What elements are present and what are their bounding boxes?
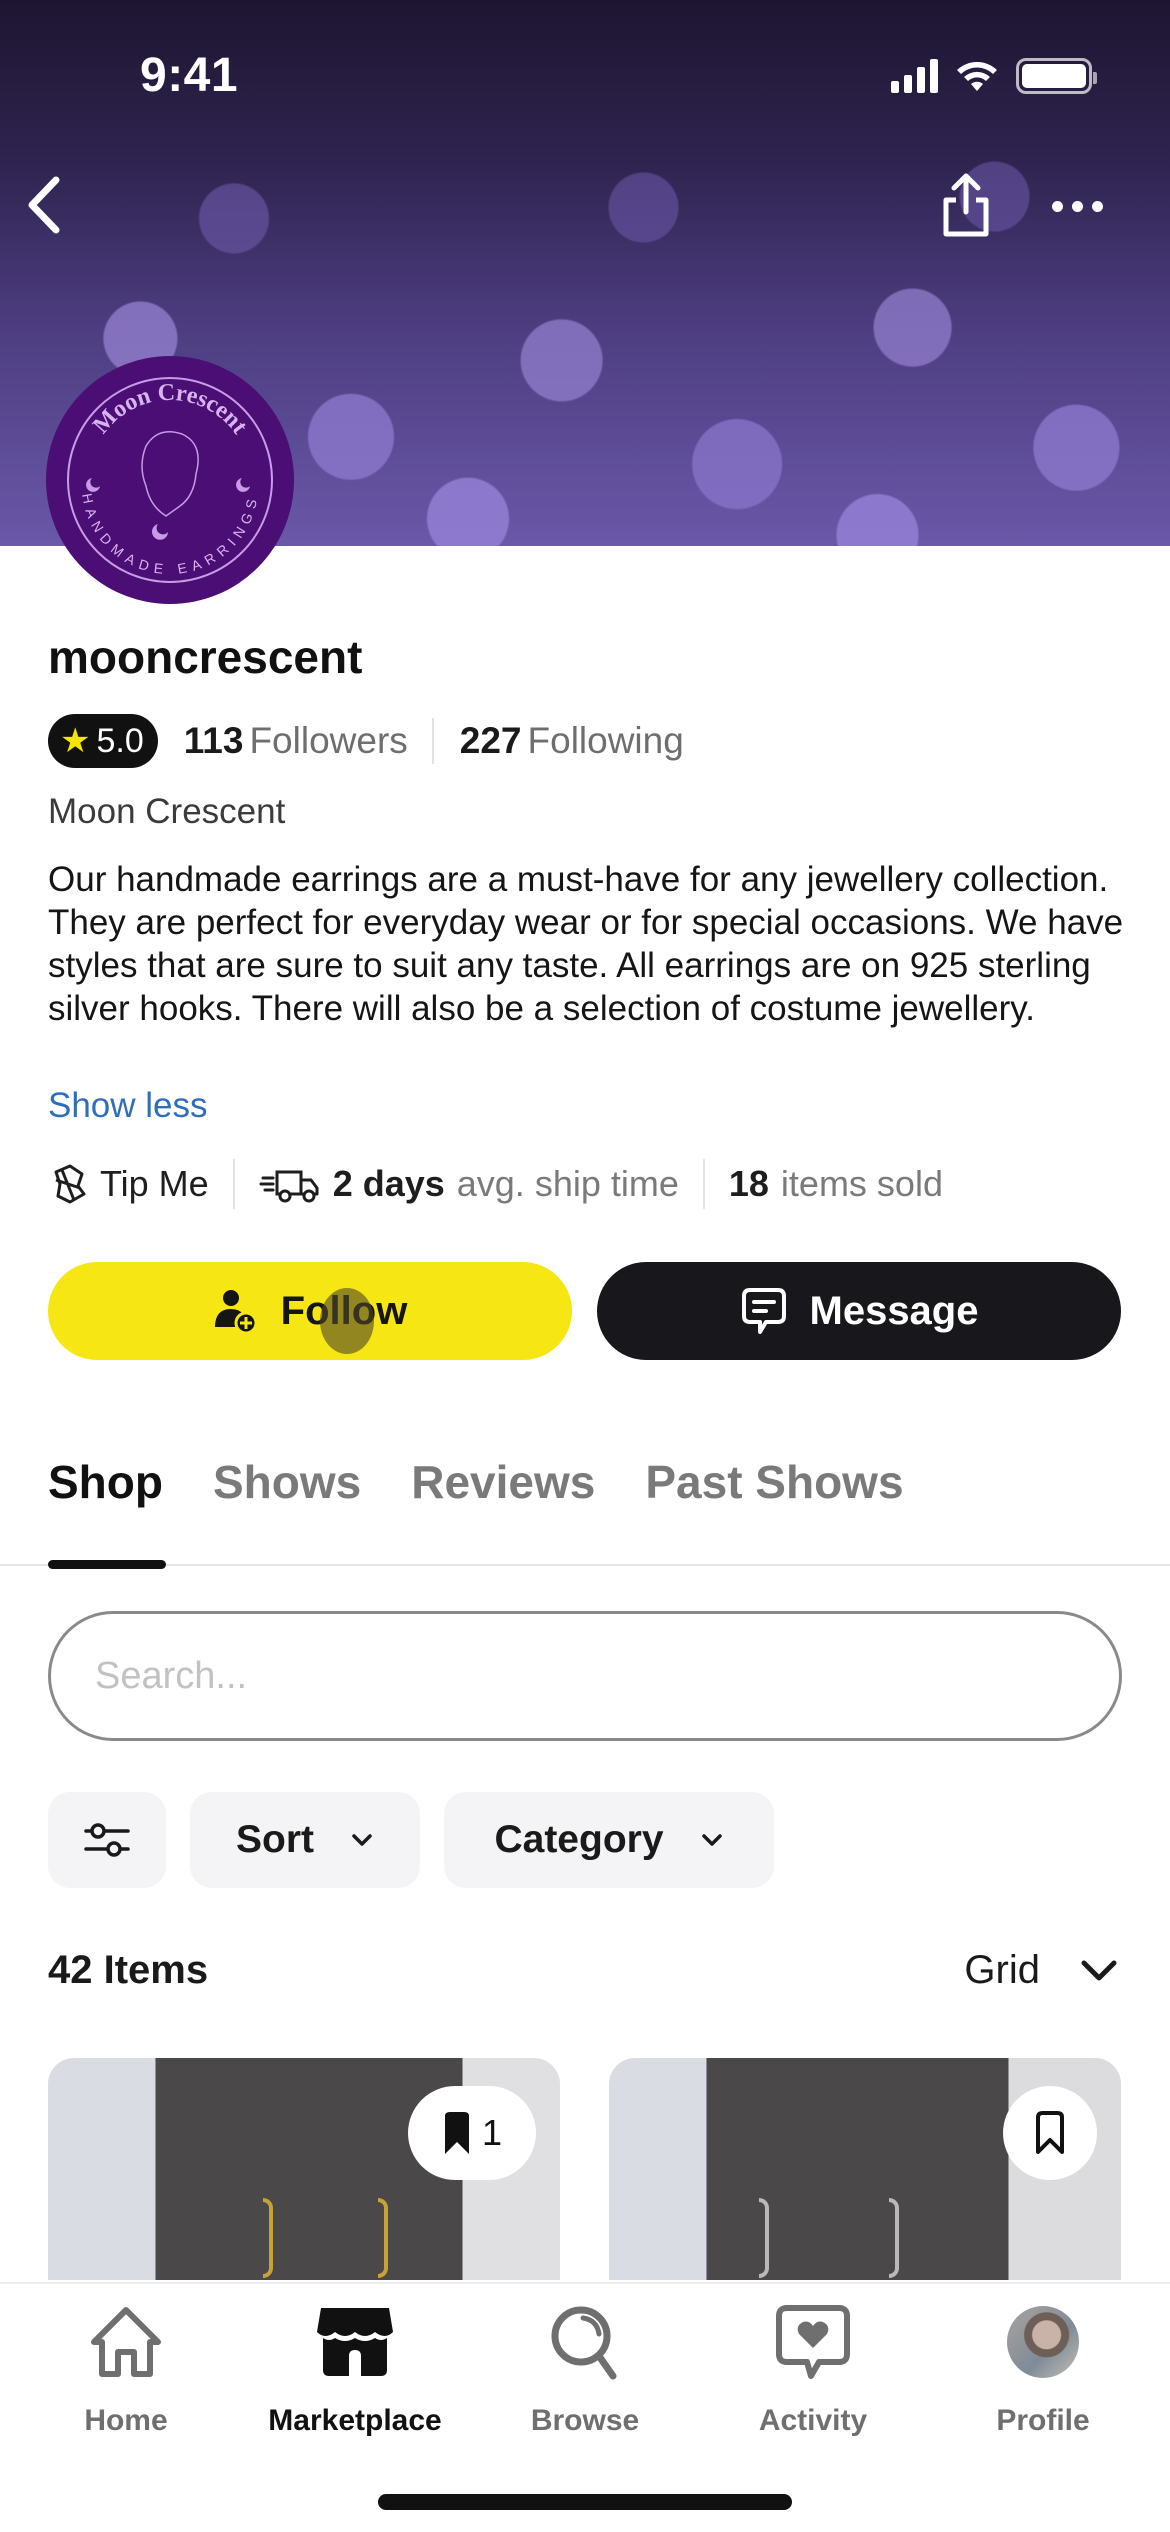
- save-button[interactable]: [1003, 2086, 1097, 2180]
- product-card[interactable]: 1: [48, 2058, 560, 2280]
- add-user-icon: [214, 1290, 258, 1335]
- items-sold-label: items sold: [780, 1163, 943, 1204]
- chevron-down-icon: [1081, 1960, 1117, 1980]
- nav-home-label: Home: [84, 2404, 168, 2437]
- nav-marketplace[interactable]: Marketplace: [255, 2304, 455, 2438]
- chevron-down-icon: [352, 1834, 372, 1846]
- chat-bubble-icon: [741, 1288, 786, 1334]
- svg-text:Moon Crescent: Moon Crescent: [88, 380, 252, 439]
- followers-count: 113: [183, 720, 244, 761]
- category-label: Category: [494, 1818, 664, 1861]
- touch-indicator: [320, 1288, 374, 1354]
- tab-past-shows[interactable]: Past Shows: [645, 1455, 903, 1509]
- status-bar: 9:41: [0, 0, 1170, 150]
- items-sold-count: 18: [728, 1163, 769, 1204]
- show-less-link[interactable]: Show less: [48, 1086, 208, 1126]
- tab-shop[interactable]: Shop: [48, 1455, 163, 1509]
- filter-row: Sort Category: [48, 1792, 774, 1888]
- sort-dropdown[interactable]: Sort: [190, 1792, 420, 1888]
- sort-label: Sort: [236, 1818, 314, 1861]
- delivery-truck-icon: [259, 1170, 319, 1203]
- items-sold-info: 18 items sold: [729, 1163, 943, 1205]
- save-count: 1: [481, 2112, 503, 2153]
- share-button[interactable]: [936, 170, 996, 240]
- following-count: 227: [459, 720, 522, 761]
- ellipsis-icon: [1052, 200, 1063, 212]
- following-label: Following: [527, 720, 684, 761]
- message-label: Message: [809, 1288, 979, 1333]
- shop-display-name: Moon Crescent: [48, 792, 286, 831]
- tab-reviews[interactable]: Reviews: [411, 1455, 595, 1509]
- status-icons: [891, 58, 1097, 94]
- following-stat[interactable]: 227 Following: [460, 720, 684, 762]
- bookmark-outline-icon: [1036, 2111, 1064, 2154]
- product-image-detail: [889, 2198, 899, 2278]
- product-image-detail: [378, 2198, 388, 2278]
- activity-heart-icon: [776, 2305, 850, 2379]
- nav-activity-label: Activity: [758, 2404, 868, 2437]
- back-button[interactable]: [18, 168, 72, 242]
- star-icon: ★: [60, 722, 91, 760]
- message-button[interactable]: Message: [597, 1262, 1121, 1360]
- follow-button[interactable]: Follow: [48, 1262, 572, 1360]
- nav-browse[interactable]: Browse: [485, 2304, 685, 2438]
- ship-time-info: 2 days avg. ship time: [259, 1163, 679, 1205]
- share-icon: [943, 173, 989, 237]
- chevron-left-icon: [28, 176, 60, 234]
- rating-value: 5.0: [96, 721, 144, 760]
- svg-text:HANDMADE EARRINGS: HANDMADE EARRINGS: [79, 492, 261, 577]
- product-image: [759, 2198, 769, 2278]
- home-icon: [91, 2307, 161, 2377]
- followers-label: Followers: [249, 720, 408, 761]
- shop-meta-row: Tip Me 2 days avg. ship time 18 items so…: [48, 1156, 943, 1212]
- nav-browse-label: Browse: [530, 2404, 640, 2437]
- stats-row: ★ 5.0 113 Followers 227 Following: [48, 713, 684, 769]
- chevron-down-icon: [701, 1834, 722, 1846]
- rating-badge[interactable]: ★ 5.0: [48, 714, 158, 768]
- product-image: [263, 2198, 273, 2278]
- tip-me-label: Tip Me: [100, 1163, 209, 1204]
- shop-bio: Our handmade earrings are a must-have fo…: [48, 860, 1124, 1028]
- active-tab-indicator: [48, 1560, 166, 1569]
- ship-time-value: 2 days: [332, 1163, 445, 1204]
- shop-search-input[interactable]: [48, 1611, 1122, 1741]
- profile-avatar: [1007, 2306, 1079, 2378]
- shop-logo-avatar[interactable]: Moon Crescent HANDMADE EARRINGS: [46, 356, 294, 604]
- items-count: 42 Items: [48, 1948, 209, 1992]
- search-icon: [551, 2306, 617, 2380]
- wifi-icon: [957, 62, 997, 91]
- save-button[interactable]: 1: [408, 2086, 536, 2180]
- nav-profile[interactable]: Profile: [943, 2304, 1143, 2438]
- product-card[interactable]: [609, 2058, 1121, 2280]
- divider: [702, 1159, 705, 1209]
- nav-profile-label: Profile: [996, 2404, 1090, 2437]
- storefront-icon: [317, 2308, 393, 2376]
- nav-home[interactable]: Home: [26, 2304, 226, 2438]
- tabs-divider: [0, 1564, 1170, 1566]
- divider: [232, 1159, 235, 1209]
- gift-tip-icon: [54, 1164, 86, 1204]
- status-time: 9:41: [140, 49, 239, 102]
- sliders-icon: [84, 1823, 130, 1857]
- category-dropdown[interactable]: Category: [444, 1792, 774, 1888]
- view-mode-label: Grid: [964, 1948, 1040, 1992]
- tip-me-button[interactable]: Tip Me: [48, 1162, 209, 1206]
- bookmark-filled-icon: [444, 2112, 469, 2154]
- ship-time-label: avg. ship time: [456, 1163, 679, 1204]
- more-options-button[interactable]: [1052, 188, 1116, 224]
- filters-button[interactable]: [48, 1792, 166, 1888]
- divider: [431, 718, 434, 764]
- cellular-signal-icon: [891, 59, 938, 93]
- followers-stat[interactable]: 113 Followers: [184, 720, 408, 762]
- view-mode-dropdown[interactable]: Grid: [964, 1948, 1118, 1993]
- profile-tabs: Shop Shows Reviews Past Shows: [48, 1455, 904, 1509]
- battery-icon: [1016, 58, 1097, 94]
- tab-shows[interactable]: Shows: [213, 1455, 361, 1509]
- shop-username: mooncrescent: [48, 631, 363, 683]
- nav-marketplace-label: Marketplace: [268, 2404, 442, 2437]
- moon-crescent-logo: Moon Crescent HANDMADE EARRINGS: [67, 377, 273, 583]
- home-indicator: [378, 2494, 792, 2510]
- nav-activity[interactable]: Activity: [713, 2304, 913, 2438]
